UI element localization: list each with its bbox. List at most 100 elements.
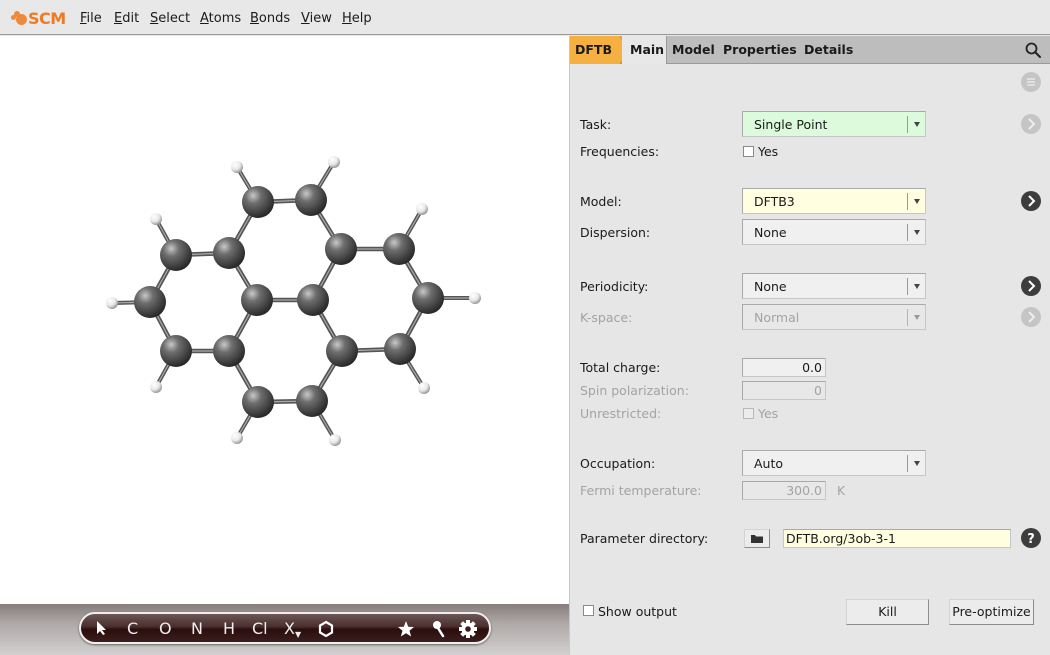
task-label: Task: [580, 117, 612, 132]
chevron-right-icon [1028, 311, 1036, 323]
hydrogen-atom[interactable] [150, 213, 162, 225]
hexagon-icon [318, 620, 334, 638]
carbon-atom[interactable] [384, 333, 416, 365]
carbon-atom[interactable] [297, 284, 329, 316]
menu-atoms[interactable]: Atoms [200, 11, 241, 26]
settings-button[interactable] [458, 619, 478, 644]
fermi-temperature-input: 300.0 [742, 481, 826, 500]
chevron-down-icon [914, 315, 920, 320]
element-cl-button[interactable]: Cl [252, 619, 268, 639]
model-value: DFTB3 [754, 194, 795, 209]
total-charge-label: Total charge: [580, 360, 661, 375]
browse-folder-button[interactable] [744, 529, 770, 548]
favorites-button[interactable] [397, 620, 415, 643]
molecule-viewer[interactable] [0, 36, 570, 604]
carbon-atom[interactable] [134, 286, 166, 318]
show-output-checkbox[interactable] [583, 605, 594, 616]
carbon-atom[interactable] [242, 386, 274, 418]
kspace-label: K-space: [580, 310, 633, 325]
model-label: Model: [580, 194, 622, 209]
carbon-atom[interactable] [325, 233, 357, 265]
molecule-canvas[interactable] [0, 36, 570, 604]
element-other-button[interactable]: X▼ [284, 619, 301, 645]
scm-logo-icon [11, 10, 27, 26]
breadcrumb-label: DFTB [575, 42, 612, 57]
pre-optimize-button[interactable]: Pre-optimize [949, 599, 1034, 625]
hydrogen-atom[interactable] [328, 156, 340, 168]
carbon-atom[interactable] [213, 237, 245, 269]
tab-details[interactable]: Details [804, 42, 853, 57]
folder-icon [751, 535, 763, 543]
element-o-button[interactable]: O [159, 619, 172, 639]
select-tool-button[interactable] [95, 620, 109, 641]
carbon-atom[interactable] [241, 284, 273, 316]
tab-properties[interactable]: Properties [723, 42, 797, 57]
element-c-button[interactable]: C [127, 619, 138, 639]
chevron-right-icon [1028, 195, 1036, 207]
carbon-atom[interactable] [326, 335, 358, 367]
parameter-directory-input[interactable]: DFTB.org/3ob-3-1 [783, 529, 1011, 548]
tab-main[interactable]: Main [630, 42, 664, 57]
hydrogen-atom[interactable] [469, 292, 481, 304]
tab-model[interactable]: Model [672, 42, 715, 57]
breadcrumb-dftb[interactable]: DFTB [570, 36, 630, 64]
carbon-atom[interactable] [295, 184, 327, 216]
star-icon [398, 621, 414, 637]
kspace-select: Normal [742, 304, 926, 330]
hydrogen-atom[interactable] [106, 297, 118, 309]
hydrogen-atom[interactable] [416, 203, 428, 215]
carbon-atom[interactable] [242, 186, 274, 218]
pane-splitter[interactable] [569, 36, 570, 655]
chevron-right-icon [1028, 280, 1036, 292]
unrestricted-checkbox [743, 408, 754, 419]
menu-file[interactable]: File [80, 11, 102, 26]
dispersion-value: None [754, 225, 787, 240]
total-charge-input[interactable]: 0.0 [742, 358, 826, 377]
help-button[interactable]: ? [1021, 528, 1041, 548]
hydrogen-atom[interactable] [329, 434, 341, 446]
editor-toolbar-area: C O N H Cl X▼ [0, 604, 570, 655]
periodicity-details-button[interactable] [1021, 276, 1041, 296]
element-n-button[interactable]: N [191, 619, 203, 639]
frequencies-checkbox[interactable] [743, 146, 754, 157]
menu-edit[interactable]: Edit [114, 11, 139, 26]
carbon-atom[interactable] [412, 282, 444, 314]
occupation-value: Auto [754, 456, 784, 471]
carbon-atom[interactable] [213, 335, 245, 367]
pin-button[interactable] [431, 620, 447, 643]
model-select[interactable]: DFTB3 [742, 188, 926, 214]
periodicity-value: None [754, 279, 787, 294]
kill-button[interactable]: Kill [846, 599, 929, 625]
editor-toolbar: C O N H Cl X▼ [79, 612, 491, 644]
panel-menu-button[interactable] [1021, 72, 1041, 92]
chevron-down-icon [914, 199, 920, 204]
carbon-atom[interactable] [160, 335, 192, 367]
carbon-atom[interactable] [383, 233, 415, 265]
hydrogen-atom[interactable] [231, 432, 243, 444]
menu-help[interactable]: Help [342, 11, 372, 26]
settings-panel: DFTB Main Model Properties Details Task:… [570, 36, 1050, 655]
menu-bar: SCM File Edit Select Atoms Bonds View He… [0, 0, 1050, 35]
hydrogen-atom[interactable] [150, 381, 162, 393]
frequencies-option-label: Yes [758, 144, 779, 159]
menu-select[interactable]: Select [150, 11, 190, 26]
hydrogen-atom[interactable] [231, 161, 243, 173]
menu-view[interactable]: View [301, 11, 332, 26]
element-h-button[interactable]: H [223, 619, 235, 639]
chevron-down-icon [914, 122, 920, 127]
search-button[interactable] [1024, 41, 1042, 59]
ring-button[interactable] [317, 620, 335, 643]
menu-bonds[interactable]: Bonds [250, 11, 290, 26]
carbon-atom[interactable] [296, 385, 328, 417]
hydrogen-atom[interactable] [418, 382, 430, 394]
periodicity-select[interactable]: None [742, 273, 926, 299]
occupation-select[interactable]: Auto [742, 450, 926, 476]
spin-polarization-input: 0 [742, 381, 826, 400]
chevron-down-icon [914, 461, 920, 466]
model-details-button[interactable] [1021, 191, 1041, 211]
dispersion-select[interactable]: None [742, 219, 926, 245]
show-output-label: Show output [598, 604, 677, 619]
task-details-button[interactable] [1021, 114, 1041, 134]
carbon-atom[interactable] [160, 239, 192, 271]
task-select[interactable]: Single Point [742, 111, 926, 137]
